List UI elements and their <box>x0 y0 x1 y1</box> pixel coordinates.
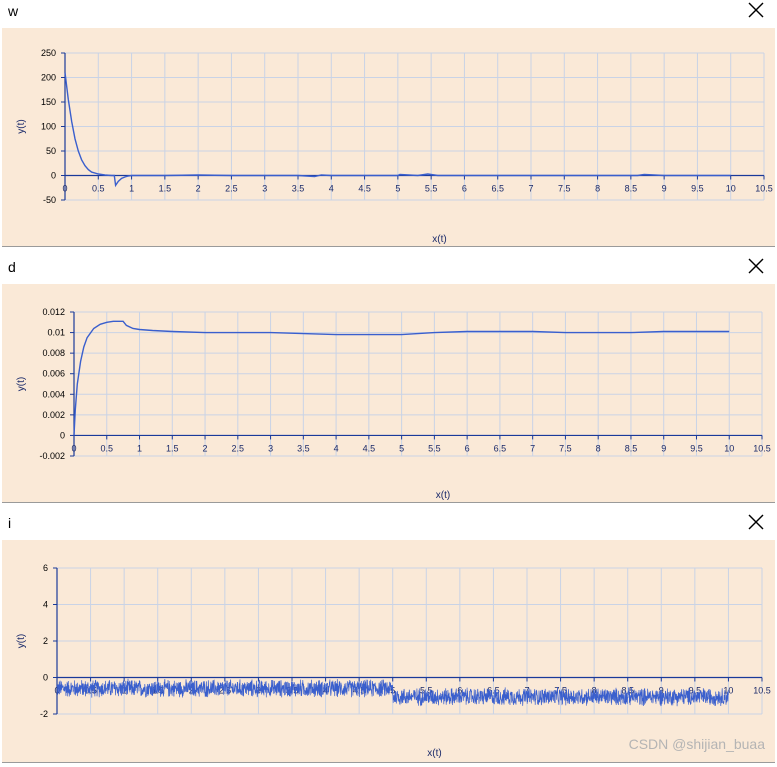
x-tick-label: 4 <box>329 184 334 194</box>
chart-svg: 0 0.5 1 1.5 2 2.5 3 3.5 4 4.5 5 5.5 6 6.5 7 7.5 8 8.5 9 9.5… <box>16 563 771 759</box>
x-tick-label: 4 <box>334 443 339 453</box>
x-tick-label: 0 <box>71 443 76 453</box>
watermark: CSDN @shijian_buaa <box>628 736 765 752</box>
x-tick-label: 9.5 <box>691 184 704 194</box>
panel-title-bar: i <box>0 512 777 540</box>
x-tick-label: 5 <box>399 443 404 453</box>
x-tick-label: 8 <box>596 443 601 453</box>
x-tick-label: 6 <box>462 184 467 194</box>
x-axis-label: x(t) <box>436 490 450 501</box>
y-tick-label: 0 <box>51 171 56 181</box>
close-icon[interactable] <box>745 512 767 534</box>
y-tick-label: 0.01 <box>47 328 65 338</box>
y-tick-label: 0.002 <box>42 410 65 420</box>
x-tick-label: 0.5 <box>101 443 114 453</box>
x-tick-label: 6 <box>465 443 470 453</box>
x-tick-label: 8 <box>595 184 600 194</box>
x-tick-label: 2 <box>203 443 208 453</box>
y-tick-label: 100 <box>41 122 56 132</box>
y-tick-label: 50 <box>46 146 56 156</box>
x-tick-label: 5.5 <box>425 184 438 194</box>
x-tick-label: 10.5 <box>755 184 773 194</box>
y-tick-label: 2 <box>43 636 48 646</box>
chart-area: 0 0.5 1 1.5 2 2.5 3 3.5 4 4.5 5 5.5 6 6.5 7 7.5 8 8.5 9 9.5… <box>2 28 775 247</box>
panel-title: w <box>8 3 19 19</box>
close-icon[interactable] <box>745 0 767 22</box>
y-tick-label: -2 <box>40 709 48 719</box>
x-axis-label: x(t) <box>427 748 441 759</box>
y-tick-label: -0.002 <box>39 451 65 461</box>
x-tick-label: 6.5 <box>491 184 504 194</box>
x-tick-label: 7 <box>530 443 535 453</box>
panel-title: d <box>8 259 16 275</box>
x-tick-label: 7 <box>528 184 533 194</box>
x-tick-label: 10 <box>726 184 736 194</box>
x-axis-label: x(t) <box>432 234 446 245</box>
panel-title-bar: w <box>0 0 777 28</box>
chart-svg: 0 0.5 1 1.5 2 2.5 3 3.5 4 4.5 5 5.5 6 6.5 7 7.5 8 8.5 9 9.5… <box>16 48 773 245</box>
y-tick-label: 0 <box>60 430 65 440</box>
x-tick-label: 6.5 <box>494 443 507 453</box>
x-tick-label: 0.5 <box>92 184 105 194</box>
panel-title: i <box>8 515 12 531</box>
x-tick-label: 3 <box>262 184 267 194</box>
x-tick-label: 10.5 <box>753 686 771 696</box>
y-axis-label: y(t) <box>16 634 27 648</box>
x-tick-label: 5 <box>395 184 400 194</box>
x-tick-label: 1.5 <box>166 443 179 453</box>
x-tick-label: 3.5 <box>297 443 310 453</box>
x-tick-label: 8.5 <box>625 184 638 194</box>
x-tick-label: 2.5 <box>225 184 238 194</box>
y-tick-label: 6 <box>43 563 48 573</box>
y-tick-label: 0.008 <box>42 348 65 358</box>
x-tick-label: 3 <box>268 443 273 453</box>
x-tick-label: 1.5 <box>159 184 172 194</box>
x-tick-label: 4.5 <box>358 184 371 194</box>
x-tick-label: 4.5 <box>363 443 376 453</box>
y-tick-label: 250 <box>41 48 56 58</box>
x-tick-label: 8.5 <box>625 443 638 453</box>
panel-title-bar: d <box>0 256 777 284</box>
x-tick-label: 9 <box>662 184 667 194</box>
y-tick-label: 0 <box>43 673 48 683</box>
y-axis-label: y(t) <box>16 119 27 133</box>
chart-area: 0 0.5 1 1.5 2 2.5 3 3.5 4 4.5 5 5.5 6 6.5 7 7.5 8 8.5 9 9.5… <box>2 284 775 503</box>
chart-panel-w: w 0 0.5 1 1.5 2 2.5 3 3.5 4 4.5 5 5.5 6 6.5 7 7.5 8 8.5 9 9… <box>0 0 777 247</box>
x-tick-label: 0 <box>62 184 67 194</box>
x-tick-label: 5.5 <box>428 443 441 453</box>
x-tick-label: 3.5 <box>292 184 305 194</box>
x-tick-label: 10.5 <box>753 443 771 453</box>
chart-panel-d: d 0 0.5 1 1.5 2 2.5 3 3.5 4 4.5 5 5.5 6 6.5 7 7.5 8 8.5 9 9… <box>0 256 777 503</box>
x-tick-label: 9.5 <box>690 443 703 453</box>
x-tick-label: 2 <box>196 184 201 194</box>
y-tick-label: 0.012 <box>42 307 65 317</box>
chart-panel-i: i 0 0.5 1 1.5 2 2.5 3 3.5 4 4.5 5 5.5 6 6.5 7 7.5 8 8.5 9 9… <box>0 512 777 763</box>
x-tick-label: 10 <box>724 443 734 453</box>
y-tick-label: 200 <box>41 73 56 83</box>
y-tick-label: 0.006 <box>42 369 65 379</box>
x-tick-label: 9 <box>661 443 666 453</box>
y-tick-label: 0.004 <box>42 389 65 399</box>
chart-area: 0 0.5 1 1.5 2 2.5 3 3.5 4 4.5 5 5.5 6 6.5 7 7.5 8 8.5 9 9.5… <box>2 540 775 763</box>
close-icon[interactable] <box>745 256 767 278</box>
chart-svg: 0 0.5 1 1.5 2 2.5 3 3.5 4 4.5 5 5.5 6 6.5 7 7.5 8 8.5 9 9.5… <box>16 307 771 501</box>
y-axis-label: y(t) <box>16 377 27 391</box>
x-tick-label: 7.5 <box>559 443 572 453</box>
x-tick-label: 1 <box>137 443 142 453</box>
y-tick-label: 150 <box>41 97 56 107</box>
x-tick-label: 2.5 <box>232 443 245 453</box>
y-tick-label: 4 <box>43 600 48 610</box>
x-tick-label: 1 <box>129 184 134 194</box>
x-tick-label: 7.5 <box>558 184 571 194</box>
y-tick-label: -50 <box>43 195 56 205</box>
